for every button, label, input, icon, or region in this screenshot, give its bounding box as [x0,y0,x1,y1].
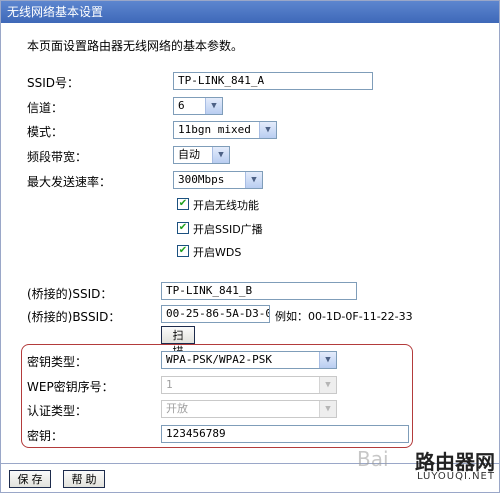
channel-label: 信道： [27,101,64,115]
key-label: 密钥： [27,429,64,443]
max-rate-select[interactable]: 300Mbps ▼ [173,171,263,189]
wep-index-label: WEP密钥序号： [27,380,114,394]
max-rate-value: 300Mbps [178,173,225,186]
enable-ssid-broadcast-label: 开启SSID广播 [193,223,263,236]
site-name-en: LUYOUQI.NET [416,471,495,482]
save-button[interactable]: 保 存 [9,470,51,488]
mode-value: 11bgn mixed [178,123,251,136]
checkmark-icon: ✔ [178,198,188,209]
mode-select[interactable]: 11bgn mixed ▼ [173,121,277,139]
channel-value: 6 [178,99,185,112]
baidu-watermark: Bai [357,447,389,471]
channel-select[interactable]: 6 ▼ [173,97,223,115]
help-button[interactable]: 帮 助 [63,470,105,488]
enable-wds-checkbox[interactable]: ✔ [177,245,189,257]
chevron-down-icon: ▼ [319,377,336,393]
chevron-down-icon: ▼ [259,122,276,138]
checkmark-icon: ✔ [178,245,188,256]
ssid-label: SSID号： [27,76,80,90]
scan-button[interactable]: 扫描 [161,326,195,358]
key-input[interactable]: 123456789 [161,425,409,443]
site-name-cn: 路由器网 [415,450,495,474]
bssid-example-text: 例如：00-1D-0F-11-22-33 [275,310,413,323]
chevron-down-icon: ▼ [212,147,229,163]
bandwidth-label: 频段带宽： [27,150,88,164]
enable-wds-label: 开启WDS [193,246,242,259]
enable-ssid-broadcast-checkbox[interactable]: ✔ [177,222,189,234]
mode-label: 模式： [27,125,64,139]
chevron-down-icon: ▼ [319,401,336,417]
wep-index-select[interactable]: 1 ▼ [161,376,337,394]
page-description: 本页面设置路由器无线网络的基本参数。 [27,39,244,53]
auth-type-label: 认证类型： [27,404,88,418]
chevron-down-icon: ▼ [319,352,336,368]
auth-type-value: 开放 [166,402,188,415]
bridged-bssid-input[interactable]: 00-25-86-5A-D3-06 [161,305,270,323]
bandwidth-select[interactable]: 自动 ▼ [173,146,230,164]
bridged-ssid-label: (桥接的)SSID： [27,287,113,301]
chevron-down-icon: ▼ [205,98,222,114]
enable-wireless-label: 开启无线功能 [193,199,259,212]
router-settings-frame: 无线网络基本设置 本页面设置路由器无线网络的基本参数。 SSID号： TP-LI… [0,0,500,493]
key-type-label: 密钥类型： [27,355,88,369]
max-rate-label: 最大发送速率： [27,175,112,189]
key-type-value: WPA-PSK/WPA2-PSK [166,353,272,366]
key-type-select[interactable]: WPA-PSK/WPA2-PSK ▼ [161,351,337,369]
bridged-bssid-label: (桥接的)BSSID： [27,310,121,324]
chevron-down-icon: ▼ [245,172,262,188]
ssid-input[interactable]: TP-LINK_841_A [173,72,373,90]
bridged-ssid-input[interactable]: TP-LINK_841_B [161,282,357,300]
enable-wireless-checkbox[interactable]: ✔ [177,198,189,210]
window-title: 无线网络基本设置 [1,1,499,23]
checkmark-icon: ✔ [178,222,188,233]
site-logo: 路由器网 LUYOUQI.NET [415,452,495,482]
wep-index-value: 1 [166,378,173,391]
auth-type-select[interactable]: 开放 ▼ [161,400,337,418]
bandwidth-value: 自动 [178,148,200,161]
